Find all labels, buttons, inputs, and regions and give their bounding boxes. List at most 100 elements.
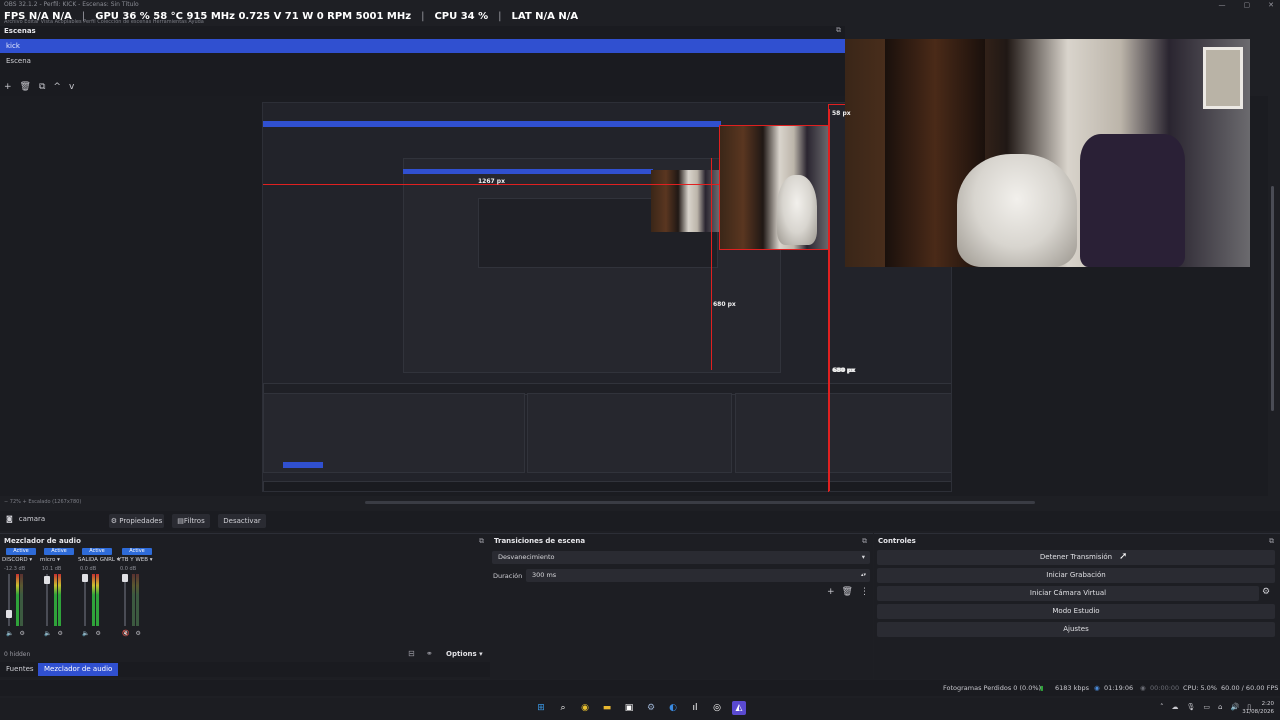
gear-icon[interactable]: ⚙ [135, 630, 140, 637]
remove-scene-icon[interactable]: 🗑 [20, 82, 31, 92]
scene-item-kick[interactable]: kick [0, 39, 845, 53]
obs-icon[interactable]: ◎ [710, 701, 724, 715]
dock-float-icon[interactable]: ⧉ [862, 537, 867, 546]
folder-icon[interactable]: ▬ [600, 701, 614, 715]
record-icon: ◉ [1140, 684, 1146, 692]
options-button[interactable]: Options ▾ [446, 650, 483, 658]
move-down-icon[interactable]: v [69, 82, 74, 92]
stop-stream-button[interactable]: Detener Transmisión [877, 550, 1275, 565]
nested-mid-label: 680 px [713, 301, 736, 308]
settings-icon[interactable]: ⚙ [644, 701, 658, 715]
channel-icons: 🔈 ⚙ [82, 630, 101, 637]
properties-button[interactable]: ⚙ Propiedades [109, 514, 164, 528]
dock-float-icon[interactable]: ⧉ [836, 26, 841, 35]
measure-line-vertical [828, 104, 829, 492]
mic-icon[interactable]: 🎙 [1187, 703, 1196, 711]
more-icon[interactable]: ⋮ [860, 587, 869, 597]
store-icon[interactable]: ▣ [622, 701, 636, 715]
webcam-source[interactable] [845, 39, 1250, 267]
speaker-icon[interactable]: 🔈 [82, 630, 89, 637]
virtual-camera-gear-icon[interactable]: ⚙ [1262, 587, 1270, 597]
mixer-layout-icon[interactable]: ⊟ [408, 649, 415, 658]
zoom-plus-icon[interactable]: + [23, 499, 27, 505]
fader-knob[interactable] [6, 610, 12, 618]
filters-button[interactable]: ▤Filtros [172, 514, 210, 528]
channel-name[interactable]: SALIDA GNRL ▾ [78, 557, 119, 563]
close-icon[interactable]: ✕ [1268, 0, 1274, 10]
muted-speaker-icon[interactable]: 🔇 [122, 630, 129, 637]
channel-name[interactable]: YTB Y WEB ▾ [118, 557, 156, 563]
active-badge: Active [44, 548, 74, 555]
edge-icon[interactable]: ◐ [666, 701, 680, 715]
fader-knob[interactable] [44, 576, 50, 584]
transition-tools: + 🗑 ⋮ [827, 587, 869, 597]
audio-app-icon[interactable]: ıl [688, 701, 702, 715]
search-icon[interactable]: ⌕ [556, 701, 570, 715]
cloud-icon[interactable]: ☁ [1172, 703, 1179, 711]
mixer-link-icon[interactable]: ⚭ [426, 649, 433, 658]
camera-icon: ◙ [6, 515, 13, 523]
vertical-scrollbar[interactable] [1270, 96, 1276, 416]
add-scene-icon[interactable]: + [4, 82, 12, 92]
stepper-icon[interactable]: ▴▾ [861, 569, 866, 582]
scroll-thumb[interactable] [1271, 186, 1274, 411]
tab-audio-mixer[interactable]: Mezclador de audio [38, 663, 119, 676]
scene-item-escena[interactable]: Escena [0, 54, 845, 68]
scene-filters-icon[interactable]: ⧉ [39, 82, 45, 92]
zoom-indicator[interactable]: − 72% + Escalado (1267x780) [4, 499, 81, 505]
channel-name[interactable]: micro ▾ [40, 557, 78, 563]
transition-select[interactable]: Desvanecimiento ▾ [492, 551, 870, 564]
channel-db: 0.0 dB [80, 566, 97, 572]
chevron-up-icon[interactable]: ˄ [1160, 703, 1164, 711]
active-app-icon[interactable]: ◭ [732, 701, 746, 715]
add-transition-icon[interactable]: + [827, 587, 835, 597]
level-meter [136, 574, 139, 626]
volume-icon[interactable]: 🔊 [1230, 703, 1239, 711]
gear-icon[interactable]: ⚙ [19, 630, 24, 637]
duration-input[interactable]: 300 ms ▴▾ [526, 569, 870, 582]
scale-value[interactable]: Escalado (1267x780) [28, 499, 81, 505]
minimize-icon[interactable]: — [1219, 0, 1226, 10]
remove-transition-icon[interactable]: 🗑 [842, 587, 853, 597]
fader-knob[interactable] [82, 574, 88, 582]
horizontal-scrollbar[interactable] [365, 501, 1035, 504]
stats-overlay: FPS N/A N/A | GPU 36 % 58 °C 915 MHz 0.7… [4, 9, 578, 25]
display-icon[interactable]: ▭ [1203, 703, 1210, 711]
move-up-icon[interactable]: ^ [53, 82, 61, 92]
webcam-person [957, 154, 1077, 267]
tab-sources[interactable]: Fuentes [0, 663, 40, 676]
gear-icon[interactable]: ⚙ [95, 630, 100, 637]
channel-name-text: SALIDA GNRL [78, 557, 115, 563]
channel-db: -12.3 dB [4, 566, 26, 572]
fader-knob[interactable] [122, 574, 128, 582]
scenes-title: Escenas [4, 27, 36, 35]
scene-toolbar: + 🗑 ⧉ ^ v [4, 82, 74, 92]
settings-button[interactable]: Ajustes [877, 622, 1275, 637]
window-controls: — ▢ ✕ [1219, 0, 1275, 10]
stat-lat: LAT N/A N/A [511, 11, 579, 22]
dock-float-icon[interactable]: ⧉ [1269, 537, 1274, 546]
studio-mode-button[interactable]: Modo Estudio [877, 604, 1275, 619]
stat-fps: FPS N/A N/A [4, 11, 72, 22]
start-virtual-camera-button[interactable]: Iniciar Cámara Virtual [877, 586, 1259, 601]
maximize-icon[interactable]: ▢ [1244, 0, 1251, 10]
deactivate-button[interactable]: Desactivar [218, 514, 266, 528]
dropped-frames: Fotogramas Perdidos 0 (0.0%) [943, 684, 1042, 692]
channel-db: 0.0 dB [120, 566, 137, 572]
measure-line [829, 109, 830, 491]
chrome-icon[interactable]: ◉ [578, 701, 592, 715]
volume-fader[interactable] [8, 574, 10, 626]
duration-value: 300 ms [532, 571, 557, 579]
start-recording-button[interactable]: Iniciar Grabación [877, 568, 1275, 583]
system-clock[interactable]: 2:20 31/08/2026 [1242, 700, 1274, 716]
gear-icon[interactable]: ⚙ [57, 630, 62, 637]
mixer-channel-discord: Active DISCORD ▾ -12.3 dB 🔈 ⚙ [2, 548, 40, 648]
speaker-icon[interactable]: 🔈 [44, 630, 51, 637]
channel-name[interactable]: DISCORD ▾ [2, 557, 40, 563]
source-toolbar: ◙ camara ⚙ Propiedades ▤Filtros Desactiv… [0, 511, 1280, 531]
network-icon[interactable]: ⌂ [1218, 703, 1222, 711]
start-menu-icon[interactable]: ⊞ [534, 701, 548, 715]
zoom-minus-icon[interactable]: − [4, 499, 8, 505]
dock-float-icon[interactable]: ⧉ [479, 537, 484, 546]
speaker-icon[interactable]: 🔈 [6, 630, 13, 637]
